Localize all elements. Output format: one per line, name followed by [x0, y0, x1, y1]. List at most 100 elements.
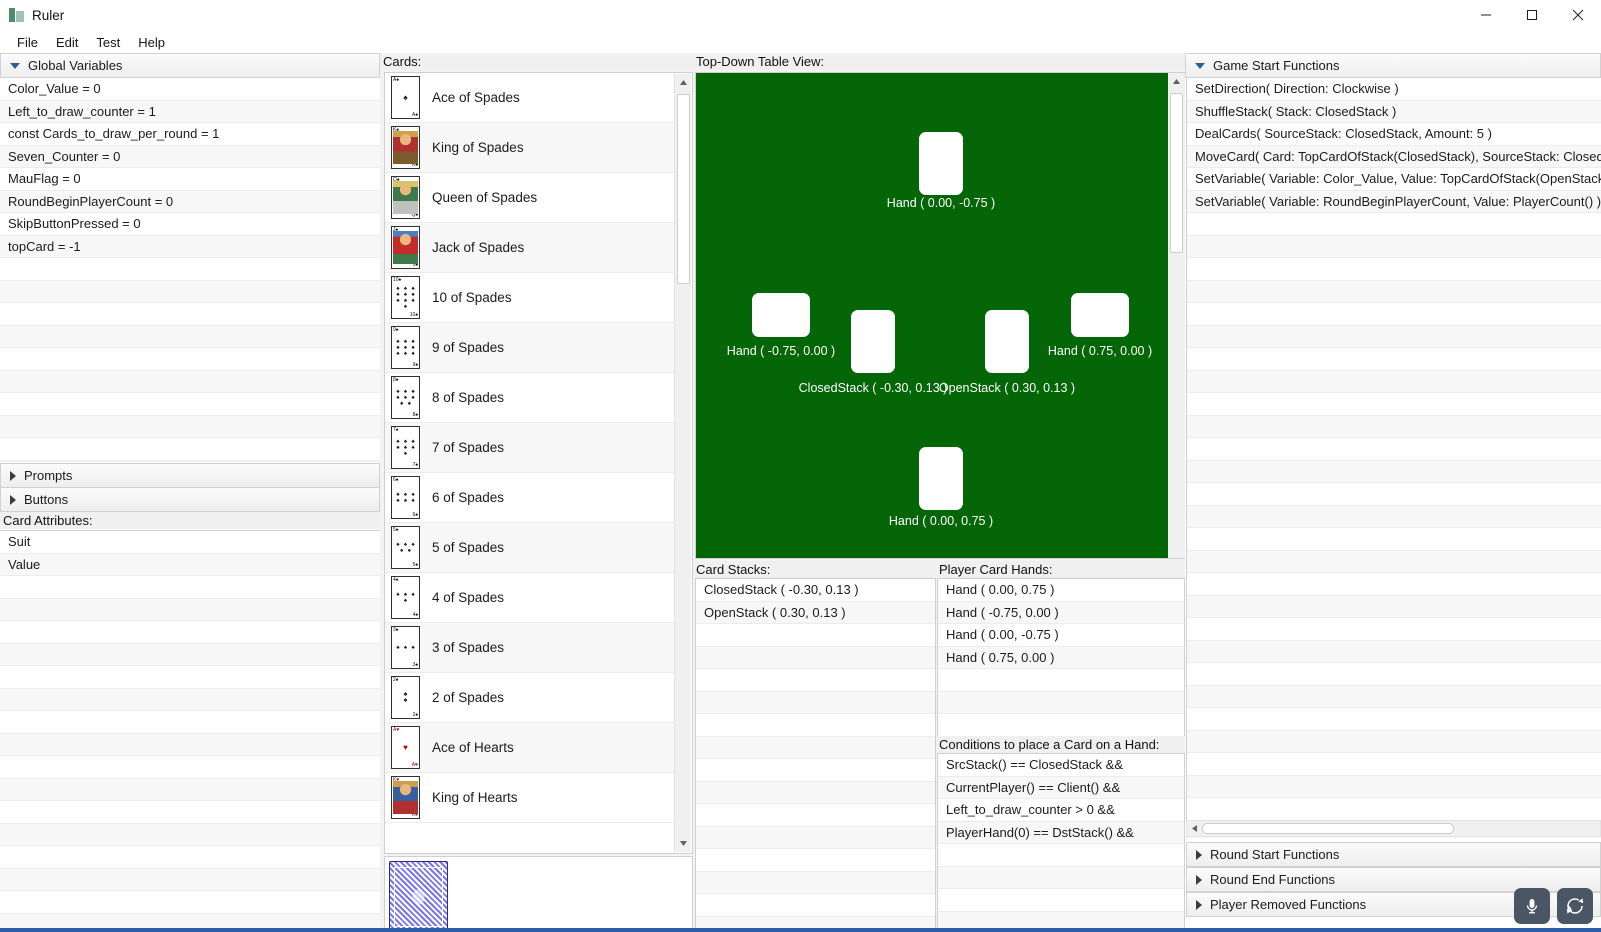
table-object-card[interactable] — [1071, 293, 1129, 337]
card-stack-row[interactable]: OpenStack ( 0.30, 0.13 ) — [696, 601, 935, 624]
card-thumbnail: 4♠ 4♠ ♠ ♠ ♠ ♠ — [391, 576, 420, 619]
buttons-header[interactable]: Buttons — [0, 487, 380, 512]
cards-list-scroll-thumb[interactable] — [677, 94, 690, 284]
floating-action-buttons — [1514, 888, 1593, 924]
game-start-function-row-empty — [1187, 708, 1601, 731]
player-hand-row[interactable]: Hand ( 0.00, 0.75 ) — [938, 579, 1184, 602]
card-list-item[interactable]: 10♠ 10♠ ♠ ♠ ♠ ♠ ♠ ♠ ♠ ♠ ♠ ♠ 10 of Spades — [385, 273, 675, 323]
scroll-up-icon[interactable] — [675, 74, 692, 91]
card-pips: ♠ ♠ ♠ ♠ — [396, 591, 415, 604]
card-attribute-row-empty — [0, 823, 380, 846]
menu-item-help[interactable]: Help — [129, 33, 174, 52]
global-variable-row[interactable]: RoundBeginPlayerCount = 0 — [0, 190, 380, 213]
card-corner-index: 8♠ — [393, 377, 399, 383]
condition-row[interactable]: Left_to_draw_counter > 0 && — [938, 799, 1184, 822]
game-start-function-row-empty — [1187, 550, 1601, 573]
card-list-item[interactable]: 5♠ 5♠ ♠ ♠ ♠ ♠ ♠ 5 of Spades — [385, 523, 675, 573]
card-stack-row[interactable]: ClosedStack ( -0.30, 0.13 ) — [696, 579, 935, 602]
game-start-function-row[interactable]: MoveCard( Card: TopCardOfStack(ClosedSta… — [1187, 145, 1601, 168]
card-corner-index: 5♠ — [412, 562, 418, 568]
game-start-functions-header[interactable]: Game Start Functions — [1185, 53, 1601, 78]
court-card-art — [393, 131, 418, 164]
card-list-item-label: King of Spades — [432, 140, 524, 155]
condition-row[interactable]: PlayerHand(0) == DstStack() && — [938, 821, 1184, 844]
player-hand-row[interactable]: Hand ( 0.00, -0.75 ) — [938, 624, 1184, 647]
global-variable-row[interactable]: Seven_Counter = 0 — [0, 145, 380, 168]
global-variables-list[interactable]: Color_Value = 0 Left_to_draw_counter = 1c… — [0, 78, 380, 515]
card-list-item[interactable]: 9♠ 9♠ ♠ ♠ ♠ ♠ ♠ ♠ ♠ ♠ ♠ 9 of Spades — [385, 323, 675, 373]
game-start-function-row-empty — [1187, 438, 1601, 461]
table-surface[interactable]: Hand ( 0.00, -0.75 ) Hand ( -0.75, 0.00 )… — [696, 73, 1168, 558]
scroll-left-icon[interactable] — [1187, 821, 1202, 836]
conditions-list[interactable]: SrcStack() == ClosedStack && CurrentPlaye… — [937, 753, 1185, 932]
card-list-item[interactable]: K♥ K♥ King of Hearts — [385, 773, 675, 823]
card-attribute-row[interactable]: Suit — [0, 531, 380, 554]
game-start-function-row[interactable]: DealCards( SourceStack: ClosedStack, Amo… — [1187, 123, 1601, 146]
table-object-card[interactable] — [752, 293, 810, 337]
prompts-header[interactable]: Prompts — [0, 463, 380, 488]
cards-list[interactable]: A♠ A♠ ♠ Ace of Spades K♠ K♠ King of Spades Q♠ Q♠… — [384, 72, 693, 854]
refresh-button[interactable] — [1557, 888, 1593, 924]
table-object-card[interactable] — [919, 446, 963, 510]
global-variables-header[interactable]: Global Variables — [0, 53, 380, 78]
game-start-functions-hscrollbar[interactable] — [1186, 820, 1601, 837]
card-list-item[interactable]: 7♠ 7♠ ♠ ♠ ♠ ♠ ♠ ♠ ♠ 7 of Spades — [385, 423, 675, 473]
hscroll-thumb[interactable] — [1202, 823, 1454, 834]
game-start-function-row[interactable]: SetVariable( Variable: Color_Value, Valu… — [1187, 168, 1601, 191]
card-corner-index: 4♠ — [393, 577, 399, 583]
menu-item-file[interactable]: File — [8, 33, 47, 52]
table-view-scrollbar[interactable] — [1168, 73, 1185, 558]
card-list-item[interactable]: A♥ A♥ ♥ Ace of Hearts — [385, 723, 675, 773]
scroll-down-icon[interactable] — [675, 835, 692, 852]
card-corner-index: 9♠ — [412, 362, 418, 368]
global-variable-row[interactable]: const Cards_to_draw_per_round = 1 — [0, 123, 380, 146]
card-list-item[interactable]: J♠ J♠ Jack of Spades — [385, 223, 675, 273]
global-variable-row[interactable]: topCard = -1 — [0, 235, 380, 258]
card-attributes-list[interactable]: Suit Value — [0, 530, 380, 932]
close-button[interactable] — [1555, 0, 1601, 31]
card-stacks-list[interactable]: ClosedStack ( -0.30, 0.13 ) OpenStack ( 0… — [695, 578, 936, 932]
global-variable-row[interactable]: Left_to_draw_counter = 1 — [0, 100, 380, 123]
game-start-function-row[interactable]: SetVariable( Variable: RoundBeginPlayerC… — [1187, 190, 1601, 213]
card-corner-index: 5♠ — [393, 527, 399, 533]
scroll-up-icon[interactable] — [1168, 73, 1185, 90]
table-object-card[interactable] — [851, 309, 895, 373]
card-list-item[interactable]: 6♠ 6♠ ♠ ♠ ♠ ♠ ♠ ♠ 6 of Spades — [385, 473, 675, 523]
table-object-card[interactable] — [919, 131, 963, 195]
round-start-functions-header[interactable]: Round Start Functions — [1186, 842, 1601, 867]
table-object-card[interactable] — [985, 309, 1029, 373]
card-list-item[interactable]: 8♠ 8♠ ♠ ♠ ♠ ♠ ♠ ♠ ♠ ♠ 8 of Spades — [385, 373, 675, 423]
card-thumbnail: A♥ A♥ ♥ — [391, 726, 420, 769]
chevron-right-icon — [1196, 849, 1202, 860]
card-corner-index: 3♠ — [412, 662, 418, 668]
card-corner-index: 6♠ — [393, 477, 399, 483]
card-attribute-row-empty — [0, 598, 380, 621]
game-start-function-row[interactable]: ShuffleStack( Stack: ClosedStack ) — [1187, 100, 1601, 123]
condition-row[interactable]: CurrentPlayer() == Client() && — [938, 776, 1184, 799]
game-start-functions-list[interactable]: SetDirection( Direction: Clockwise ) Shuf… — [1186, 78, 1601, 838]
global-variable-row[interactable]: Color_Value = 0 — [0, 78, 380, 101]
player-hands-list[interactable]: Hand ( 0.00, 0.75 ) Hand ( -0.75, 0.00 ) H… — [937, 578, 1185, 739]
player-hand-row[interactable]: Hand ( 0.75, 0.00 ) — [938, 646, 1184, 669]
card-list-item[interactable]: 2♠ 2♠ ♠ ♠ 2 of Spades — [385, 673, 675, 723]
card-attribute-row[interactable]: Value — [0, 553, 380, 576]
microphone-button[interactable] — [1514, 888, 1550, 924]
table-view-scroll-thumb[interactable] — [1170, 93, 1183, 253]
menu-item-test[interactable]: Test — [87, 33, 129, 52]
player-hand-row[interactable]: Hand ( -0.75, 0.00 ) — [938, 601, 1184, 624]
menu-item-edit[interactable]: Edit — [47, 33, 87, 52]
cards-list-scrollbar[interactable] — [674, 74, 691, 852]
maximize-button[interactable] — [1509, 0, 1555, 31]
card-list-item[interactable]: 4♠ 4♠ ♠ ♠ ♠ ♠ 4 of Spades — [385, 573, 675, 623]
condition-row[interactable]: SrcStack() == ClosedStack && — [938, 754, 1184, 777]
table-view-caption: Top-Down Table View: — [693, 53, 1185, 70]
top-down-table-view[interactable]: Hand ( 0.00, -0.75 ) Hand ( -0.75, 0.00 )… — [695, 72, 1186, 559]
game-start-function-row[interactable]: SetDirection( Direction: Clockwise ) — [1187, 78, 1601, 101]
global-variable-row[interactable]: SkipButtonPressed = 0 — [0, 213, 380, 236]
card-list-item[interactable]: 3♠ 3♠ ♠ ♠ ♠ 3 of Spades — [385, 623, 675, 673]
card-list-item[interactable]: Q♠ Q♠ Queen of Spades — [385, 173, 675, 223]
global-variable-row[interactable]: MauFlag = 0 — [0, 168, 380, 191]
minimize-button[interactable] — [1463, 0, 1509, 31]
card-list-item[interactable]: A♠ A♠ ♠ Ace of Spades — [385, 73, 675, 123]
card-list-item[interactable]: K♠ K♠ King of Spades — [385, 123, 675, 173]
